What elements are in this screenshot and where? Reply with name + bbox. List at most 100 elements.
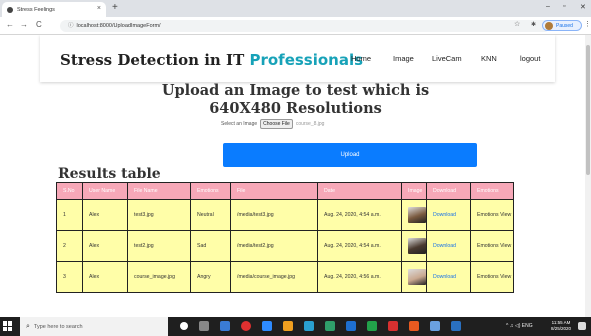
- emotions-view-link[interactable]: Emotions View: [470, 199, 514, 231]
- select-image-label: Select an Image: [221, 121, 258, 127]
- table-row: 2 Alex test2.jpg Sad /media/test2.jpg Au…: [56, 230, 514, 262]
- results-table: S.No User Name File Name Emotions File D…: [56, 182, 514, 293]
- nav-knn[interactable]: KNN: [481, 54, 497, 63]
- choose-file-button[interactable]: Choose File: [260, 119, 293, 129]
- app-icon[interactable]: [451, 321, 461, 331]
- cell-sno: 3: [56, 261, 83, 293]
- cell-emotion: Neutral: [190, 199, 231, 231]
- browser-tab[interactable]: Stress Feelings ×: [2, 2, 106, 17]
- taskbar-search[interactable]: ⌕ Type here to search: [20, 317, 168, 336]
- task-view-icon[interactable]: [199, 321, 209, 331]
- app-icon[interactable]: [388, 321, 398, 331]
- cell-image: [401, 230, 427, 262]
- address-bar-row: ← → C ⓘ localhost:8000/UploadImageForm/: [0, 17, 591, 35]
- cell-file: /media/test3.jpg: [230, 199, 318, 231]
- system-tray[interactable]: ^ ♫ ◁) ENG: [506, 323, 533, 329]
- browser-menu-icon[interactable]: ⋮: [584, 20, 591, 28]
- col-emotions: Emotions: [190, 182, 231, 200]
- nav-livecam[interactable]: LiveCam: [432, 54, 462, 63]
- upload-button[interactable]: Upload: [223, 143, 477, 167]
- app-icon[interactable]: [262, 321, 272, 331]
- avatar: [545, 21, 553, 30]
- minimize-button[interactable]: –: [546, 3, 550, 10]
- cell-image: [401, 199, 427, 231]
- back-button[interactable]: ←: [6, 20, 14, 29]
- upload-heading-line2: 640X480 Resolutions: [209, 100, 382, 117]
- nav-logout[interactable]: logout: [520, 54, 540, 63]
- cell-user: Alex: [82, 261, 128, 293]
- page-scrollbar[interactable]: [585, 35, 591, 317]
- emotions-view-link[interactable]: Emotions View: [470, 261, 514, 293]
- results-title: Results table: [58, 166, 161, 182]
- forward-button[interactable]: →: [20, 20, 28, 29]
- app-icon[interactable]: [220, 321, 230, 331]
- table-row: 1 Alex test3.jpg Neutral /media/test3.jp…: [56, 199, 514, 231]
- file-input-row: Select an Image Choose File course_8.jpg: [221, 119, 324, 129]
- extensions-icon[interactable]: ✱: [531, 21, 536, 28]
- scrollbar-thumb[interactable]: [586, 45, 590, 175]
- search-icon: ⌕: [26, 322, 30, 330]
- download-link[interactable]: Download: [426, 230, 471, 262]
- download-link[interactable]: Download: [426, 199, 471, 231]
- col-file-name: File Name: [127, 182, 191, 200]
- col-image: Image: [401, 182, 427, 200]
- col-file: File: [230, 182, 318, 200]
- col-download: Download: [426, 182, 471, 200]
- app-icon[interactable]: [409, 321, 419, 331]
- cell-user: Alex: [82, 199, 128, 231]
- selected-file-name: course_8.jpg: [295, 121, 325, 127]
- page-content: Stress Detection in IT Professionals Hom…: [0, 35, 585, 317]
- cell-emotion: Angry: [190, 261, 231, 293]
- clock-date: 8/25/2020: [551, 326, 572, 331]
- notification-icon[interactable]: [578, 322, 586, 330]
- profile-button[interactable]: Paused: [542, 20, 582, 31]
- table-row: 3 Alex course_image.jpg Angry /media/cou…: [56, 261, 514, 293]
- cell-date: Aug. 24, 2020, 4:54 a.m.: [317, 230, 402, 262]
- bookmark-star-icon[interactable]: ☆: [514, 20, 520, 28]
- app-icon[interactable]: [367, 321, 377, 331]
- cell-file-name: course_image.jpg: [127, 261, 191, 293]
- cell-image: [401, 261, 427, 293]
- site-info-icon[interactable]: ⓘ: [68, 23, 74, 29]
- cell-file-name: test2.jpg: [127, 230, 191, 262]
- tab-title: Stress Feelings: [17, 6, 55, 13]
- windows-start-icon[interactable]: [3, 321, 13, 331]
- nav-image[interactable]: Image: [393, 54, 414, 63]
- clock[interactable]: 11:55 AM 8/25/2020: [551, 320, 571, 332]
- cell-file: /media/course_image.jpg: [230, 261, 318, 293]
- col-sno: S.No: [56, 182, 83, 200]
- app-icon[interactable]: [304, 321, 314, 331]
- search-placeholder: Type here to search: [33, 323, 83, 330]
- app-icon[interactable]: [283, 321, 293, 331]
- reload-button[interactable]: C: [36, 20, 42, 29]
- tab-strip: Stress Feelings × + – ▫ ✕: [0, 0, 591, 17]
- url-text: localhost:8000/UploadImageForm/: [76, 23, 161, 29]
- upload-heading: Upload an Image to test which is 640X480…: [0, 82, 585, 118]
- face-thumbnail: [408, 238, 426, 254]
- col-date: Date: [317, 182, 402, 200]
- cell-file-name: test3.jpg: [127, 199, 191, 231]
- url-field[interactable]: ⓘ localhost:8000/UploadImageForm/: [60, 20, 550, 32]
- site-brand[interactable]: Stress Detection in IT Professionals: [60, 51, 363, 69]
- nav-home[interactable]: Home: [351, 54, 371, 63]
- app-icon[interactable]: [430, 321, 440, 331]
- maximize-button[interactable]: ▫: [563, 3, 565, 10]
- close-window-button[interactable]: ✕: [580, 3, 586, 11]
- cell-date: Aug. 24, 2020, 4:56 a.m.: [317, 261, 402, 293]
- emotions-view-link[interactable]: Emotions View: [470, 230, 514, 262]
- cell-date: Aug. 24, 2020, 4:54 a.m.: [317, 199, 402, 231]
- brand-accent: Professionals: [249, 51, 364, 69]
- new-tab-button[interactable]: +: [112, 2, 118, 13]
- chrome-icon[interactable]: [241, 321, 251, 331]
- download-link[interactable]: Download: [426, 261, 471, 293]
- app-icon[interactable]: [346, 321, 356, 331]
- col-emotions-view: Emotions: [470, 182, 514, 200]
- face-thumbnail: [408, 207, 426, 223]
- face-thumbnail: [408, 269, 426, 285]
- tab-close-icon[interactable]: ×: [97, 5, 101, 12]
- site-navbar: Stress Detection in IT Professionals Hom…: [40, 35, 555, 82]
- cell-user: Alex: [82, 230, 128, 262]
- profile-status: Paused: [556, 22, 573, 29]
- app-icon[interactable]: [325, 321, 335, 331]
- cortana-icon[interactable]: [180, 322, 188, 330]
